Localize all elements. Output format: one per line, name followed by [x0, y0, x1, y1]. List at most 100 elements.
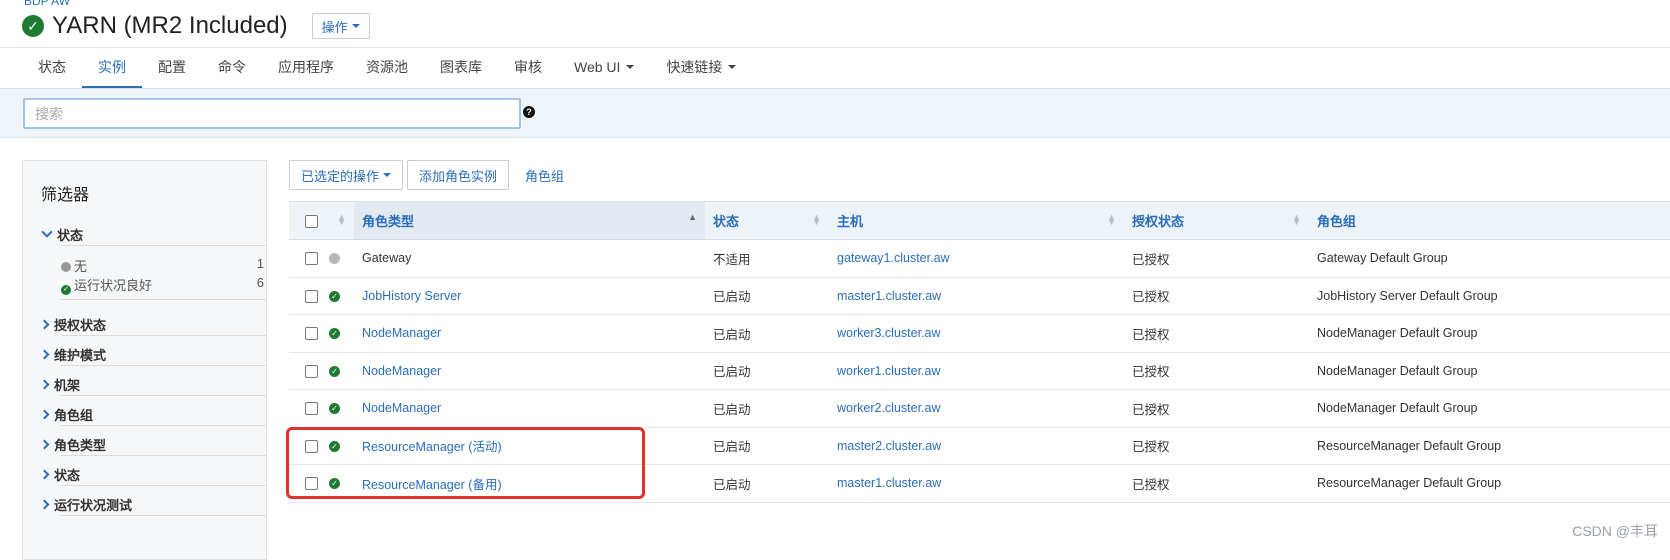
- filter-item-count: 1: [257, 256, 264, 275]
- chevron-right-icon: [40, 410, 50, 420]
- tab-quick-links[interactable]: 快速链接: [650, 48, 752, 89]
- filter-section-role-type[interactable]: 角色类型: [41, 435, 106, 454]
- search-input[interactable]: [23, 98, 521, 129]
- tab-label: 状态: [38, 57, 66, 77]
- host-link[interactable]: master2.cluster.aw: [837, 439, 941, 453]
- column-header-role-group[interactable]: 角色组: [1309, 202, 1670, 240]
- button-label: 已选定的操作: [301, 166, 379, 185]
- tab-label: 应用程序: [278, 57, 334, 77]
- divider: [61, 425, 266, 426]
- filter-title: 筛选器: [41, 181, 89, 205]
- selected-actions-button[interactable]: 已选定的操作: [289, 160, 403, 190]
- row-checkbox[interactable]: [305, 440, 318, 453]
- chevron-right-icon: [40, 320, 50, 330]
- filter-item-label: 无: [74, 259, 87, 274]
- role-type-link[interactable]: JobHistory Server: [362, 289, 461, 303]
- chevron-right-icon: [40, 440, 50, 450]
- tab-chart-library[interactable]: 图表库: [424, 48, 498, 89]
- host-link[interactable]: worker2.cluster.aw: [837, 401, 941, 415]
- row-checkbox[interactable]: [305, 477, 318, 490]
- divider: [61, 485, 266, 486]
- tab-label: Web UI: [574, 59, 620, 75]
- check-circle-icon: ✓: [329, 478, 340, 489]
- select-all-checkbox[interactable]: [305, 215, 318, 228]
- divider: [61, 335, 266, 336]
- help-icon[interactable]: ?: [523, 106, 535, 118]
- column-header-host[interactable]: 主机 ▲▼: [829, 202, 1124, 240]
- grey-dot-icon: [61, 262, 71, 272]
- tab-applications[interactable]: 应用程序: [262, 48, 350, 89]
- role-type-link[interactable]: NodeManager: [362, 364, 441, 378]
- tab-label: 实例: [98, 57, 126, 77]
- row-checkbox[interactable]: [305, 252, 318, 265]
- sort-icon: ▲▼: [812, 215, 821, 225]
- row-checkbox[interactable]: [305, 365, 318, 378]
- health-unknown-icon: [329, 253, 340, 264]
- filter-item-count: 6: [257, 275, 264, 295]
- column-header-role-type[interactable]: 角色类型▲: [354, 202, 705, 240]
- actions-label: 操作: [322, 17, 348, 36]
- tab-audits[interactable]: 审核: [498, 48, 558, 89]
- role-groups-link[interactable]: 角色组: [525, 166, 564, 185]
- authorization-cell: 已授权: [1124, 352, 1309, 390]
- host-link[interactable]: worker1.cluster.aw: [837, 364, 941, 378]
- status-cell: 已启动: [705, 390, 829, 428]
- breadcrumb[interactable]: BDP AW: [24, 0, 70, 8]
- role-type-link[interactable]: ResourceManager (活动): [362, 440, 502, 454]
- check-circle-icon: ✓: [329, 403, 340, 414]
- table-row: ✓ ResourceManager (备用) 已启动 master1.clust…: [289, 465, 1670, 503]
- filter-section-health-tests[interactable]: 运行状况测试: [41, 495, 132, 514]
- role-type-link[interactable]: NodeManager: [362, 401, 441, 415]
- row-checkbox[interactable]: [305, 327, 318, 340]
- tab-label: 审核: [514, 57, 542, 77]
- add-role-instance-button[interactable]: 添加角色实例: [407, 160, 509, 190]
- tab-status[interactable]: 状态: [22, 48, 82, 89]
- column-header-label: 角色组: [1317, 214, 1356, 229]
- tab-instances[interactable]: 实例: [82, 48, 142, 89]
- role-type-link[interactable]: NodeManager: [362, 326, 441, 340]
- role-type-link[interactable]: ResourceManager (备用): [362, 478, 502, 492]
- authorization-cell: 已授权: [1124, 427, 1309, 465]
- caret-down-icon: [383, 173, 391, 177]
- tab-resource-pools[interactable]: 资源池: [350, 48, 424, 89]
- actions-dropdown-button[interactable]: 操作: [312, 13, 370, 39]
- filter-section-maintenance[interactable]: 维护模式: [41, 345, 106, 364]
- filter-item-none[interactable]: 无 1: [61, 256, 266, 275]
- tab-configuration[interactable]: 配置: [142, 48, 202, 89]
- status-cell: 已启动: [705, 427, 829, 465]
- row-checkbox[interactable]: [305, 402, 318, 415]
- tab-label: 命令: [218, 57, 246, 77]
- filter-section-label: 授权状态: [54, 315, 106, 334]
- column-header-authorization[interactable]: 授权状态▲▼: [1124, 202, 1309, 240]
- role-group-cell: NodeManager Default Group: [1309, 315, 1670, 353]
- filter-item-good-health[interactable]: ✓运行状况良好 6: [61, 275, 266, 295]
- sort-icon: ▲▼: [1107, 215, 1116, 225]
- filter-section-label: 角色类型: [54, 435, 106, 454]
- filter-section-state[interactable]: 状态: [41, 465, 80, 484]
- status-cell: 不适用: [705, 240, 829, 278]
- row-checkbox[interactable]: [305, 290, 318, 303]
- column-header-status[interactable]: 状态▲▼: [705, 202, 829, 240]
- host-link[interactable]: gateway1.cluster.aw: [837, 251, 950, 265]
- tab-label: 图表库: [440, 57, 482, 77]
- sort-asc-icon: ▲: [688, 215, 697, 220]
- host-link[interactable]: master1.cluster.aw: [837, 476, 941, 490]
- filter-section-label: 运行状况测试: [54, 495, 132, 514]
- tab-commands[interactable]: 命令: [202, 48, 262, 89]
- host-link[interactable]: master1.cluster.aw: [837, 289, 941, 303]
- health-column-header[interactable]: ▲▼: [329, 202, 354, 240]
- search-bar: ?: [0, 89, 1670, 138]
- tab-web-ui[interactable]: Web UI: [558, 48, 650, 89]
- caret-down-icon: [352, 24, 360, 28]
- filter-section-authorization[interactable]: 授权状态: [41, 315, 106, 334]
- filter-section-rack[interactable]: 机架: [41, 375, 80, 394]
- table-row: ✓ NodeManager 已启动 worker1.cluster.aw 已授权…: [289, 352, 1670, 390]
- filter-section-label: 状态: [57, 225, 83, 244]
- check-circle-icon: ✓: [329, 366, 340, 377]
- host-link[interactable]: worker3.cluster.aw: [837, 326, 941, 340]
- column-header-label: 主机: [837, 214, 863, 229]
- filter-section-status[interactable]: 状态: [41, 225, 83, 244]
- role-group-cell: ResourceManager Default Group: [1309, 427, 1670, 465]
- chevron-right-icon: [40, 380, 50, 390]
- filter-section-role-group[interactable]: 角色组: [41, 405, 93, 424]
